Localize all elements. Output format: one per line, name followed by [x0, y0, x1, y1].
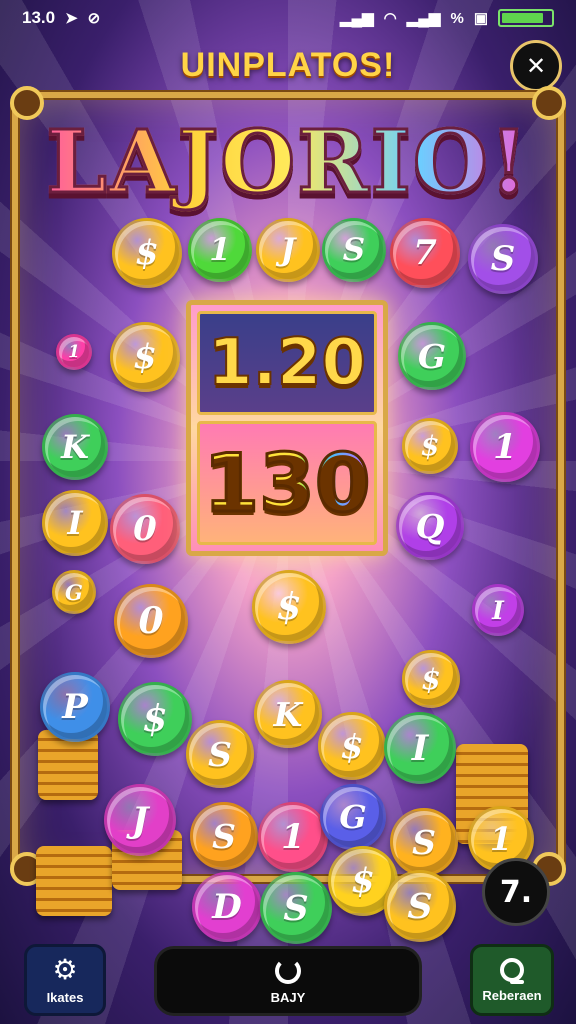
coin: S — [186, 720, 254, 788]
coin: I — [384, 712, 456, 784]
close-button[interactable]: ✕ — [510, 40, 562, 92]
coin: P — [40, 672, 110, 742]
coin: 7 — [390, 218, 460, 288]
coin: $ — [402, 650, 460, 708]
coin: I — [42, 490, 108, 556]
no-notifications-icon: ⊘ — [87, 10, 101, 27]
signal-icon: ▂▄▆ — [339, 10, 374, 27]
percent-icon: % — [450, 9, 464, 27]
center-panel[interactable]: 1.20 130 — [186, 300, 388, 556]
coin: S — [384, 870, 456, 942]
coin: S — [390, 808, 458, 876]
coin: K — [42, 414, 108, 480]
clock: 13.0 — [22, 8, 56, 27]
gear-icon: ⚙ — [52, 952, 78, 986]
coin: $ — [252, 570, 326, 644]
multiplier-value: 1.20 — [207, 325, 367, 401]
coin: D — [192, 872, 262, 942]
coin: $ — [110, 322, 180, 392]
multiplier-display: 1.20 — [197, 311, 377, 415]
coin: J — [256, 218, 320, 282]
coin-stack — [36, 846, 112, 916]
coin: $ — [318, 712, 386, 780]
coin: G — [320, 784, 386, 850]
save-icon: ▣ — [473, 10, 488, 27]
coin: 1 — [56, 334, 92, 370]
coin: 0 — [110, 494, 180, 564]
win-display: 130 — [197, 421, 377, 545]
header-title: UINPLATOS! — [180, 46, 396, 84]
play-label: BAJY — [270, 989, 306, 1005]
battery-indicator — [498, 9, 554, 27]
win-value: 130 — [202, 435, 372, 531]
coin: I — [472, 584, 524, 636]
coin: Q — [396, 492, 464, 560]
coin: G — [398, 322, 466, 390]
spinner-icon — [275, 957, 301, 984]
coin: $ — [112, 218, 182, 288]
signal-icon: ▂▄▆ — [406, 10, 441, 27]
status-bar: 13.0 ➤ ⊘ ▂▄▆ ◠ ▂▄▆ % ▣ — [0, 0, 576, 36]
settings-label: Ikates — [46, 989, 84, 1005]
wifi-icon: ◠ — [383, 10, 397, 27]
coin: 1 — [258, 802, 328, 872]
coin: 1 — [188, 218, 252, 282]
settings-button[interactable]: ⚙ Ikates — [24, 944, 106, 1016]
coin: S — [322, 218, 386, 282]
coin: S — [190, 802, 258, 870]
play-button[interactable]: BAJY — [154, 946, 422, 1016]
close-icon: ✕ — [525, 52, 547, 80]
navigation-icon: ➤ — [65, 10, 78, 27]
coin: G — [52, 570, 96, 614]
coin: 0 — [114, 584, 188, 658]
coin: S — [260, 872, 332, 944]
game-logo: LAJORIO! — [30, 111, 546, 215]
bonus-badge[interactable]: 7. — [482, 858, 550, 926]
coin: J — [104, 784, 176, 856]
coin: S — [468, 224, 538, 294]
coin: K — [254, 680, 322, 748]
search-icon — [500, 957, 524, 984]
coin: $ — [118, 682, 192, 756]
coin: 1 — [470, 412, 540, 482]
search-label: Reberaen — [482, 987, 542, 1003]
search-button[interactable]: Reberaen — [470, 944, 554, 1016]
coin: $ — [402, 418, 458, 474]
